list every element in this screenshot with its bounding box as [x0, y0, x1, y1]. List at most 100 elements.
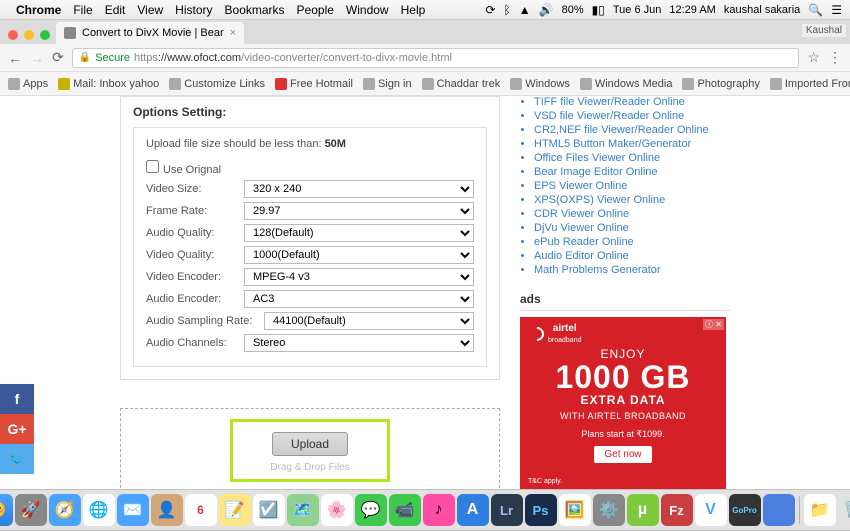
dock-chrome[interactable]: 🌐 — [83, 494, 115, 526]
dock-gopro[interactable]: GoPro — [729, 494, 761, 526]
dock-contacts[interactable]: 👤 — [151, 494, 183, 526]
dock-facetime[interactable]: 📹 — [389, 494, 421, 526]
audio-quality-select[interactable]: 128(Default) — [244, 224, 474, 242]
dock-safari[interactable]: 🧭 — [49, 494, 81, 526]
wifi-icon[interactable]: ▲ — [519, 3, 531, 17]
menu-help[interactable]: Help — [401, 3, 426, 17]
spotlight-icon[interactable]: 🔍 — [808, 3, 823, 17]
dock-launchpad[interactable]: 🚀 — [15, 494, 47, 526]
bm-winmedia[interactable]: Windows Media — [580, 78, 673, 90]
url-host: ://www.ofoct.com — [158, 52, 241, 64]
link-item[interactable]: CR2,NEF file Viewer/Reader Online — [534, 124, 730, 136]
menu-extra-icon[interactable]: ☰ — [831, 3, 842, 17]
dock-mail[interactable]: ✉️ — [117, 494, 149, 526]
menu-window[interactable]: Window — [346, 3, 389, 17]
bm-signin[interactable]: Sign in — [363, 78, 412, 90]
bm-windows[interactable]: Windows — [510, 78, 570, 90]
volume-icon[interactable]: 🔊 — [539, 3, 554, 17]
link-item[interactable]: EPS Viewer Online — [534, 180, 730, 192]
menu-people[interactable]: People — [297, 3, 334, 17]
use-original-checkbox[interactable] — [146, 160, 159, 173]
link-item[interactable]: Office Files Viewer Online — [534, 152, 730, 164]
dock-preview[interactable]: 🖼️ — [559, 494, 591, 526]
link-item[interactable]: Bear Image Editor Online — [534, 166, 730, 178]
close-window-icon[interactable] — [8, 30, 18, 40]
menubar-user[interactable]: kaushal sakaria — [724, 4, 800, 16]
bluetooth-icon[interactable]: ᛒ — [504, 3, 511, 17]
link-item[interactable]: TIFF file Viewer/Reader Online — [534, 96, 730, 108]
bm-apps[interactable]: Apps — [8, 78, 48, 90]
ad-close-icon[interactable]: ⓘ ✕ — [703, 319, 724, 330]
tab-title: Convert to DivX Movie | Bear — [82, 27, 224, 39]
menu-view[interactable]: View — [137, 3, 163, 17]
bm-hotmail[interactable]: Free Hotmail — [275, 78, 353, 90]
dock-photos[interactable]: 🌸 — [321, 494, 353, 526]
sync-icon[interactable]: ⟳ — [485, 3, 495, 17]
menu-app[interactable]: Chrome — [16, 3, 61, 17]
share-facebook[interactable]: f — [0, 384, 34, 414]
tab-close-icon[interactable]: × — [230, 27, 236, 39]
dock-filezilla[interactable]: Fz — [661, 494, 693, 526]
menu-bookmarks[interactable]: Bookmarks — [225, 3, 285, 17]
minimize-window-icon[interactable] — [24, 30, 34, 40]
video-size-select[interactable]: 320 x 240 — [244, 180, 474, 198]
dock-lightroom[interactable]: Lr — [491, 494, 523, 526]
dock-messages[interactable]: 💬 — [355, 494, 387, 526]
dock-trash[interactable]: 🗑️ — [838, 494, 850, 526]
share-twitter[interactable]: 🐦 — [0, 444, 34, 474]
audio-encoder-select[interactable]: AC3 — [244, 290, 474, 308]
browser-tab[interactable]: Convert to DivX Movie | Bear × — [56, 22, 244, 44]
dock-photoshop[interactable]: Ps — [525, 494, 557, 526]
link-item[interactable]: XPS(OXPS) Viewer Online — [534, 194, 730, 206]
audio-channels-select[interactable]: Stereo — [244, 334, 474, 352]
bm-chaddar[interactable]: Chaddar trek — [422, 78, 501, 90]
menu-file[interactable]: File — [73, 3, 92, 17]
video-encoder-select[interactable]: MPEG-4 v3 — [244, 268, 474, 286]
menu-history[interactable]: History — [175, 3, 212, 17]
link-item[interactable]: HTML5 Button Maker/Generator — [534, 138, 730, 150]
link-item[interactable]: DjVu Viewer Online — [534, 222, 730, 234]
ad-banner[interactable]: ⓘ ✕ airtelbroadband ENJOY 1000 GB EXTRA … — [520, 317, 726, 489]
battery-icon[interactable]: ▮▯ — [592, 3, 605, 17]
share-googleplus[interactable]: G+ — [0, 414, 34, 444]
video-quality-select[interactable]: 1000(Default) — [244, 246, 474, 264]
reload-icon[interactable]: ⟳ — [52, 49, 64, 66]
zoom-window-icon[interactable] — [40, 30, 50, 40]
menubar-date[interactable]: Tue 6 Jun — [613, 4, 662, 16]
bm-mail[interactable]: Mail: Inbox yahoo — [58, 78, 159, 90]
back-icon[interactable]: ← — [8, 50, 22, 66]
dock-downloads[interactable]: 📁 — [804, 494, 836, 526]
dock-utorrent[interactable]: µ — [627, 494, 659, 526]
dock-calendar[interactable]: 6 — [185, 494, 217, 526]
link-item[interactable]: CDR Viewer Online — [534, 208, 730, 220]
address-bar[interactable]: 🔒 Secure https ://www.ofoct.com /video-c… — [72, 48, 800, 68]
link-item[interactable]: VSD file Viewer/Reader Online — [534, 110, 730, 122]
dock-finder[interactable]: 😊 — [0, 494, 13, 526]
forward-icon[interactable]: → — [30, 50, 44, 66]
menubar-time[interactable]: 12:29 AM — [669, 4, 715, 16]
link-item[interactable]: Math Problems Generator — [534, 264, 730, 276]
link-item[interactable]: Audio Editor Online — [534, 250, 730, 262]
dock-app-v[interactable]: V — [695, 494, 727, 526]
bm-customize[interactable]: Customize Links — [169, 78, 265, 90]
upload-button[interactable]: Upload — [272, 432, 348, 456]
bm-imported[interactable]: Imported From IE — [770, 78, 850, 90]
dock-sysprefs[interactable]: ⚙️ — [593, 494, 625, 526]
dock-appstore[interactable]: A — [457, 494, 489, 526]
dock-separator — [799, 496, 800, 524]
link-item[interactable]: ePub Reader Online — [534, 236, 730, 248]
audio-sampling-select[interactable]: 44100(Default) — [264, 312, 474, 330]
dock-reminders[interactable]: ☑️ — [253, 494, 285, 526]
menu-edit[interactable]: Edit — [105, 3, 126, 17]
dock-notes[interactable]: 📝 — [219, 494, 251, 526]
dock-app-blue[interactable] — [763, 494, 795, 526]
ad-cta-button[interactable]: Get now — [594, 446, 651, 463]
upload-dropzone[interactable]: Upload Drag & Drop Files — [120, 408, 500, 489]
dock-itunes[interactable]: ♪ — [423, 494, 455, 526]
chrome-profile-badge[interactable]: Kaushal — [802, 24, 846, 37]
frame-rate-select[interactable]: 29.97 — [244, 202, 474, 220]
menu-icon[interactable]: ⋮ — [828, 49, 842, 66]
star-icon[interactable]: ☆ — [807, 49, 820, 66]
dock-maps[interactable]: 🗺️ — [287, 494, 319, 526]
bm-photo[interactable]: Photography — [682, 78, 759, 90]
